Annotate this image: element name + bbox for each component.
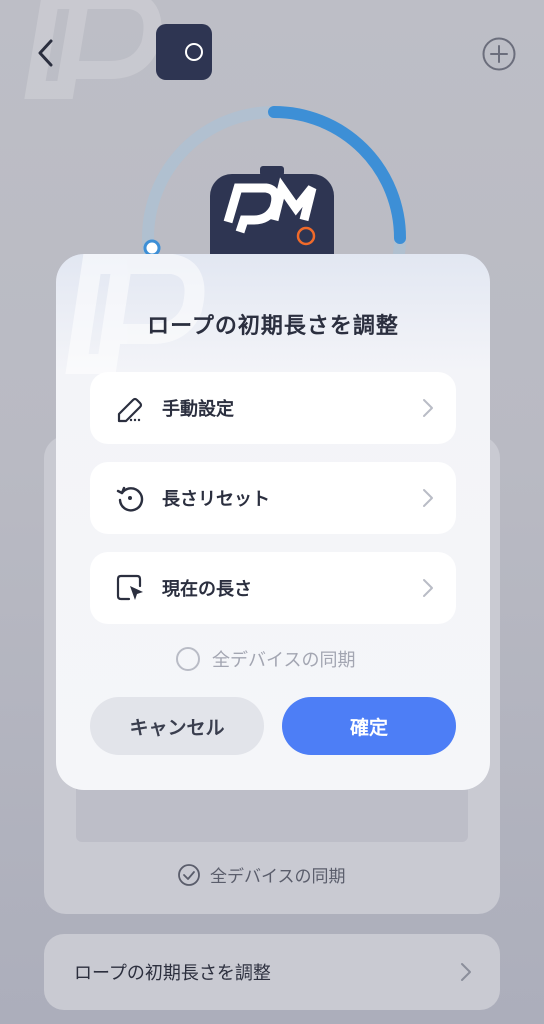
cancel-button[interactable]: キャンセル [90, 697, 264, 755]
confirm-button[interactable]: 確定 [282, 697, 456, 755]
pointer-icon [114, 572, 146, 604]
rope-length-setting-label: ロープの初期長さを調整 [74, 963, 271, 984]
add-device-button[interactable] [481, 36, 517, 72]
background-sync-row: 全デバイスの同期 [178, 862, 346, 887]
rope-length-modal: ロープの初期長さを調整 手動設定 長さリセット 現在の長さ 全デバイスの同期 キ… [56, 254, 490, 790]
chevron-left-icon [38, 39, 53, 67]
chevron-right-icon [423, 489, 433, 507]
check-circle-icon [178, 863, 200, 886]
reset-length-label: 長さリセット [162, 489, 270, 510]
device-thumbnail[interactable] [156, 24, 212, 80]
reset-icon [114, 482, 146, 514]
current-length-label: 現在の長さ [162, 579, 252, 600]
rope-length-setting-row[interactable]: ロープの初期長さを調整 [44, 934, 500, 1010]
chevron-right-icon [423, 579, 433, 597]
manual-setting-label: 手動設定 [162, 399, 234, 420]
radio-unchecked-icon [176, 647, 200, 671]
current-length-option[interactable]: 現在の長さ [90, 552, 456, 624]
ring-handle[interactable] [143, 239, 161, 257]
sync-all-devices-label: 全デバイスの同期 [212, 650, 356, 671]
device-indicator-icon [185, 43, 203, 61]
sync-all-devices-toggle[interactable]: 全デバイスの同期 [176, 646, 355, 672]
manual-setting-option[interactable]: 手動設定 [90, 372, 456, 444]
modal-title: ロープの初期長さを調整 [147, 314, 399, 339]
background-sync-label: 全デバイスの同期 [210, 867, 346, 887]
chevron-right-icon [423, 399, 433, 417]
back-button[interactable] [30, 36, 60, 70]
chevron-right-icon [461, 963, 471, 981]
edit-icon [114, 392, 146, 424]
reset-length-option[interactable]: 長さリセット [90, 462, 456, 534]
